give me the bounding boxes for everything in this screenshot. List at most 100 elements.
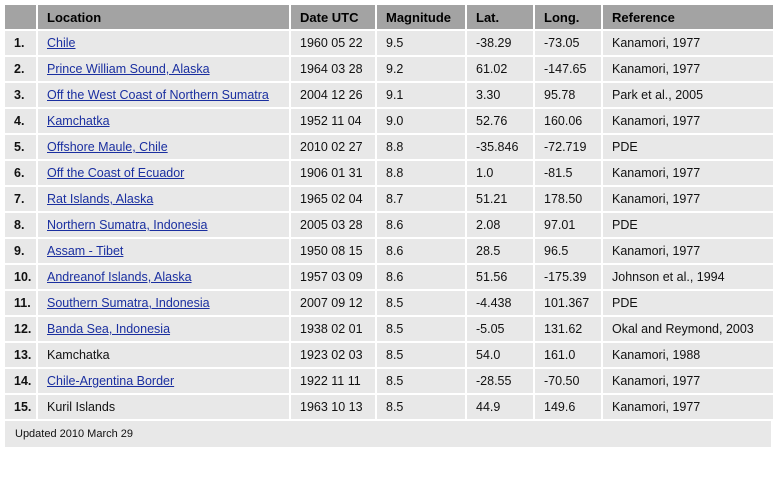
location-cell: Kuril Islands bbox=[38, 395, 289, 419]
reference-cell: Kanamori, 1977 bbox=[603, 161, 773, 185]
long-cell: -72.719 bbox=[535, 135, 601, 159]
table-row: 6. Off the Coast of Ecuador 1906 01 31 8.8 1… bbox=[5, 161, 773, 185]
long-cell: -73.05 bbox=[535, 31, 601, 55]
magnitude-cell: 9.2 bbox=[377, 57, 465, 81]
lat-cell: 54.0 bbox=[467, 343, 533, 367]
reference-cell: Okal and Reymond, 2003 bbox=[603, 317, 773, 341]
long-cell: 101.367 bbox=[535, 291, 601, 315]
location-link[interactable]: Southern Sumatra, Indonesia bbox=[47, 296, 210, 310]
rank-cell: 13. bbox=[5, 343, 36, 367]
date-cell: 1964 03 28 bbox=[291, 57, 375, 81]
header-rank bbox=[5, 5, 36, 29]
rank-cell: 12. bbox=[5, 317, 36, 341]
header-magnitude: Magnitude bbox=[377, 5, 465, 29]
location-link[interactable]: Offshore Maule, Chile bbox=[47, 140, 168, 154]
location-cell: Assam - Tibet bbox=[38, 239, 289, 263]
date-cell: 1950 08 15 bbox=[291, 239, 375, 263]
location-cell: Northern Sumatra, Indonesia bbox=[38, 213, 289, 237]
lat-cell: 52.76 bbox=[467, 109, 533, 133]
lat-cell: -38.29 bbox=[467, 31, 533, 55]
reference-cell: Kanamori, 1977 bbox=[603, 239, 773, 263]
location-cell: Southern Sumatra, Indonesia bbox=[38, 291, 289, 315]
location-link[interactable]: Rat Islands, Alaska bbox=[47, 192, 153, 206]
reference-cell: Park et al., 2005 bbox=[603, 83, 773, 107]
rank-cell: 3. bbox=[5, 83, 36, 107]
date-cell: 1963 10 13 bbox=[291, 395, 375, 419]
location-link[interactable]: Kamchatka bbox=[47, 114, 110, 128]
table-row: 11. Southern Sumatra, Indonesia 2007 09 12… bbox=[5, 291, 773, 315]
header-location: Location bbox=[38, 5, 289, 29]
location-link[interactable]: Assam - Tibet bbox=[47, 244, 123, 258]
table-row: 9. Assam - Tibet 1950 08 15 8.6 28.5 96.5 Kana… bbox=[5, 239, 773, 263]
rank-cell: 9. bbox=[5, 239, 36, 263]
reference-cell: PDE bbox=[603, 213, 773, 237]
long-cell: -147.65 bbox=[535, 57, 601, 81]
lat-cell: 1.0 bbox=[467, 161, 533, 185]
date-cell: 2004 12 26 bbox=[291, 83, 375, 107]
location-cell: Off the West Coast of Northern Sumatra bbox=[38, 83, 289, 107]
long-cell: 96.5 bbox=[535, 239, 601, 263]
date-cell: 1923 02 03 bbox=[291, 343, 375, 367]
table-row: 13. Kamchatka 1923 02 03 8.5 54.0 161.0 Kanamo… bbox=[5, 343, 773, 367]
lat-cell: -28.55 bbox=[467, 369, 533, 393]
location-text: Kuril Islands bbox=[47, 400, 116, 414]
magnitude-cell: 9.1 bbox=[377, 83, 465, 107]
table-row: 3. Off the West Coast of Northern Sumatra… bbox=[5, 83, 773, 107]
rank-cell: 2. bbox=[5, 57, 36, 81]
date-cell: 1922 11 11 bbox=[291, 369, 375, 393]
location-text: Kamchatka bbox=[47, 348, 110, 362]
long-cell: -81.5 bbox=[535, 161, 601, 185]
location-link[interactable]: Northern Sumatra, Indonesia bbox=[47, 218, 208, 232]
location-cell: Chile-Argentina Border bbox=[38, 369, 289, 393]
lat-cell: 28.5 bbox=[467, 239, 533, 263]
long-cell: 97.01 bbox=[535, 213, 601, 237]
lat-cell: 51.21 bbox=[467, 187, 533, 211]
location-cell: Banda Sea, Indonesia bbox=[38, 317, 289, 341]
magnitude-cell: 8.8 bbox=[377, 161, 465, 185]
lat-cell: 44.9 bbox=[467, 395, 533, 419]
location-cell: Offshore Maule, Chile bbox=[38, 135, 289, 159]
location-link[interactable]: Chile-Argentina Border bbox=[47, 374, 174, 388]
header-long: Long. bbox=[535, 5, 601, 29]
magnitude-cell: 8.5 bbox=[377, 291, 465, 315]
location-link[interactable]: Andreanof Islands, Alaska bbox=[47, 270, 192, 284]
location-cell: Andreanof Islands, Alaska bbox=[38, 265, 289, 289]
magnitude-cell: 8.5 bbox=[377, 343, 465, 367]
date-cell: 1938 02 01 bbox=[291, 317, 375, 341]
table-row: 8. Northern Sumatra, Indonesia 2005 03 28 8… bbox=[5, 213, 773, 237]
date-cell: 1906 01 31 bbox=[291, 161, 375, 185]
location-cell: Chile bbox=[38, 31, 289, 55]
date-cell: 2005 03 28 bbox=[291, 213, 375, 237]
location-cell: Prince William Sound, Alaska bbox=[38, 57, 289, 81]
magnitude-cell: 9.0 bbox=[377, 109, 465, 133]
location-cell: Kamchatka bbox=[38, 109, 289, 133]
long-cell: 161.0 bbox=[535, 343, 601, 367]
location-link[interactable]: Off the Coast of Ecuador bbox=[47, 166, 184, 180]
long-cell: 131.62 bbox=[535, 317, 601, 341]
reference-cell: Kanamori, 1988 bbox=[603, 343, 773, 367]
rank-cell: 15. bbox=[5, 395, 36, 419]
reference-cell: Kanamori, 1977 bbox=[603, 395, 773, 419]
location-link[interactable]: Off the West Coast of Northern Sumatra bbox=[47, 88, 269, 102]
header-lat: Lat. bbox=[467, 5, 533, 29]
header-reference: Reference bbox=[603, 5, 773, 29]
reference-cell: Kanamori, 1977 bbox=[603, 187, 773, 211]
rank-cell: 5. bbox=[5, 135, 36, 159]
lat-cell: -4.438 bbox=[467, 291, 533, 315]
date-cell: 1965 02 04 bbox=[291, 187, 375, 211]
location-link[interactable]: Banda Sea, Indonesia bbox=[47, 322, 170, 336]
magnitude-cell: 8.6 bbox=[377, 239, 465, 263]
long-cell: 178.50 bbox=[535, 187, 601, 211]
location-cell: Kamchatka bbox=[38, 343, 289, 367]
rank-cell: 11. bbox=[5, 291, 36, 315]
largest-earthquakes-table: Location Date UTC Magnitude Lat. Long. Refere… bbox=[3, 3, 775, 421]
location-link[interactable]: Chile bbox=[47, 36, 76, 50]
magnitude-cell: 9.5 bbox=[377, 31, 465, 55]
location-link[interactable]: Prince William Sound, Alaska bbox=[47, 62, 210, 76]
date-cell: 1957 03 09 bbox=[291, 265, 375, 289]
table-header-row: Location Date UTC Magnitude Lat. Long. Refere… bbox=[5, 5, 773, 29]
reference-cell: Kanamori, 1977 bbox=[603, 369, 773, 393]
date-cell: 1960 05 22 bbox=[291, 31, 375, 55]
table-row: 12. Banda Sea, Indonesia 1938 02 01 8.5 -5.0… bbox=[5, 317, 773, 341]
lat-cell: 3.30 bbox=[467, 83, 533, 107]
